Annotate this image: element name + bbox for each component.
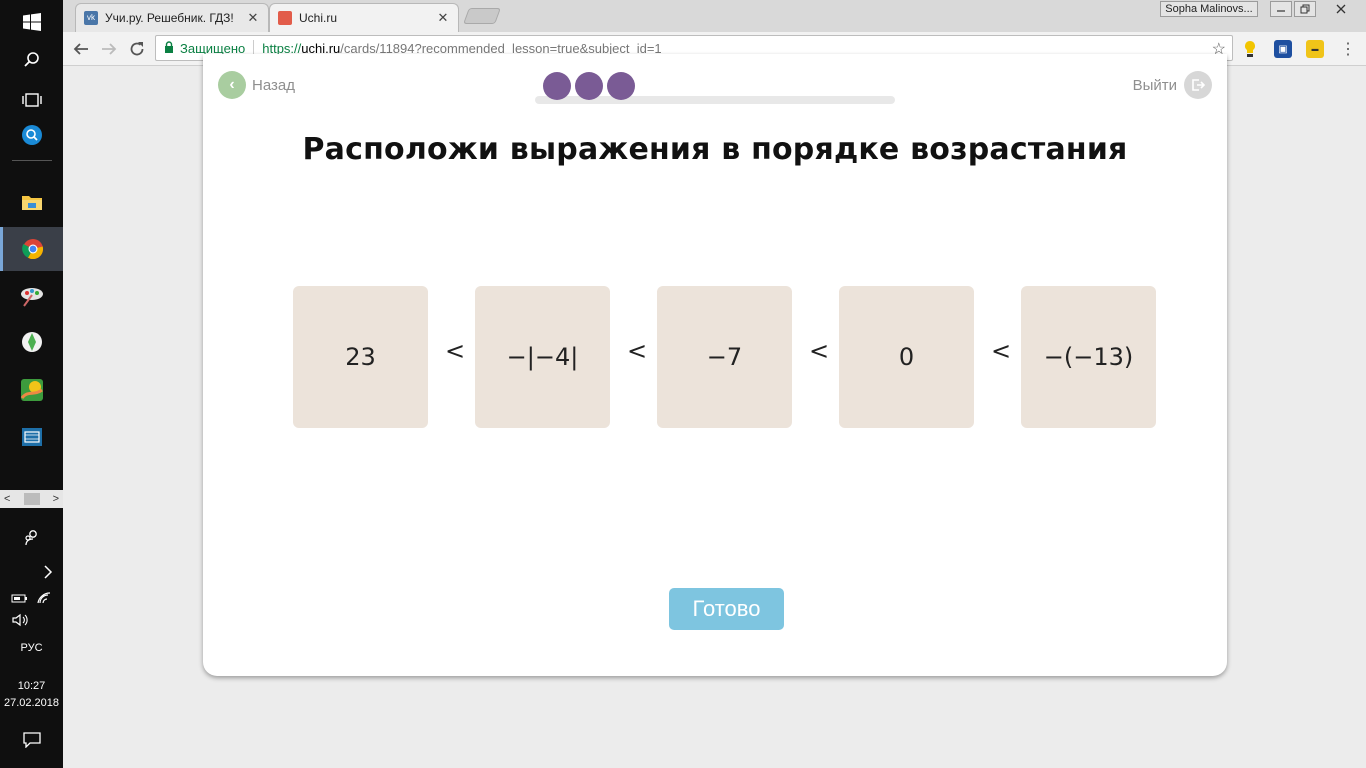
taskbar-app-chrome[interactable]	[0, 227, 63, 271]
less-than-sign: <	[809, 337, 830, 365]
paint-icon	[20, 288, 43, 307]
windows-logo-icon	[22, 13, 41, 31]
done-button[interactable]: Готово	[669, 588, 784, 630]
extension-screen-icon[interactable]: ▣	[1274, 40, 1292, 58]
arrow-left-icon	[73, 43, 88, 55]
progress-step-1	[543, 72, 571, 100]
taskbar-app-game[interactable]	[0, 368, 63, 412]
action-center-button[interactable]	[0, 718, 63, 762]
reload-button[interactable]	[126, 38, 148, 60]
back-nav-button[interactable]	[70, 38, 92, 60]
tab-title: Uchi.ru	[299, 11, 338, 25]
lock-icon[interactable]	[164, 40, 174, 56]
close-tab-icon[interactable]: ✕	[246, 10, 260, 26]
progress-step-3	[607, 72, 635, 100]
forward-nav-button[interactable]	[98, 38, 120, 60]
clock-time[interactable]: 10:27	[0, 680, 63, 692]
lesson-card: ‹ Назад Выйти Расположи выражения в поря…	[203, 54, 1227, 676]
taskbar-app-file-explorer[interactable]	[0, 180, 63, 224]
folder-icon	[21, 196, 42, 210]
extension-yellow-icon[interactable]: ▬	[1306, 40, 1324, 58]
volume-icon	[12, 613, 28, 627]
expression-tile[interactable]: −(−13)	[1021, 286, 1156, 428]
windows-taskbar: < > РУС 10:27 27.02.2018	[0, 0, 63, 768]
back-button[interactable]: ‹ Назад	[218, 71, 295, 99]
arrow-right-icon	[102, 43, 117, 55]
exit-icon	[1184, 71, 1212, 99]
search-icon	[23, 52, 39, 67]
expression-tile[interactable]: −|−4|	[475, 286, 610, 428]
clock-date[interactable]: 27.02.2018	[0, 697, 63, 709]
task-view-icon	[21, 93, 42, 107]
tab-uchi-ru[interactable]: Uchi.ru ✕	[269, 3, 459, 32]
taskbar-app-search[interactable]	[0, 113, 63, 157]
exit-label: Выйти	[1132, 76, 1177, 94]
taskbar-separator	[12, 160, 52, 161]
back-label: Назад	[252, 76, 295, 94]
close-tab-icon[interactable]: ✕	[436, 10, 450, 26]
input-language[interactable]: РУС	[0, 642, 63, 654]
uchi-favicon-icon	[278, 11, 292, 25]
exit-button[interactable]: Выйти	[1133, 71, 1212, 99]
tab-title: Учи.ру. Решебник. ГДЗ!	[105, 11, 234, 25]
notification-icon	[22, 732, 41, 748]
less-than-sign: <	[445, 337, 466, 365]
taskbar-app-paint[interactable]	[0, 274, 63, 318]
reload-icon	[130, 42, 144, 56]
chrome-menu-icon[interactable]: ⋮	[1339, 40, 1357, 58]
minimize-button[interactable]	[1270, 1, 1292, 17]
extension-lightbulb-icon[interactable]	[1241, 40, 1259, 58]
close-icon	[1336, 4, 1346, 14]
tab-uchi-reshebnik[interactable]: vk Учи.ру. Решебник. ГДЗ! ✕	[75, 3, 269, 32]
minimize-icon	[1277, 10, 1285, 12]
scroll-right-icon[interactable]: >	[53, 493, 59, 505]
chevron-left-icon: ‹	[218, 71, 246, 99]
people-icon	[24, 530, 37, 546]
expression-tile[interactable]: 0	[839, 286, 974, 428]
game-app-icon	[20, 379, 43, 401]
progress-step-2	[575, 72, 603, 100]
film-icon	[21, 428, 42, 446]
task-title: Расположи выражения в порядке возрастани…	[302, 132, 1128, 167]
restore-icon	[1300, 4, 1310, 14]
close-window-button[interactable]	[1319, 1, 1363, 17]
profile-button[interactable]: Sopha Malinovs...	[1160, 1, 1258, 17]
restore-button[interactable]	[1294, 1, 1316, 17]
vk-icon: vk	[84, 11, 98, 25]
scroll-left-icon[interactable]: <	[4, 493, 10, 505]
chrome-icon	[22, 239, 44, 260]
less-than-sign: <	[991, 337, 1012, 365]
blue-search-app-icon	[21, 125, 42, 145]
search-button[interactable]	[0, 38, 63, 82]
expression-tile[interactable]: 23	[293, 286, 428, 428]
scroll-thumb[interactable]	[23, 493, 40, 505]
expression-tile[interactable]: −7	[657, 286, 792, 428]
new-tab-button[interactable]	[463, 8, 501, 24]
taskbar-scroll[interactable]: < >	[0, 490, 63, 508]
volume-button[interactable]	[0, 598, 63, 642]
taskbar-app-sims[interactable]	[0, 320, 63, 364]
plumbob-icon	[21, 332, 42, 352]
page-viewport: ‹ Назад Выйти Расположи выражения в поря…	[63, 54, 1366, 768]
less-than-sign: <	[627, 337, 648, 365]
browser-tabstrip: vk Учи.ру. Решебник. ГДЗ! ✕ Uchi.ru ✕ So…	[63, 0, 1366, 32]
taskbar-app-video[interactable]	[0, 415, 63, 459]
